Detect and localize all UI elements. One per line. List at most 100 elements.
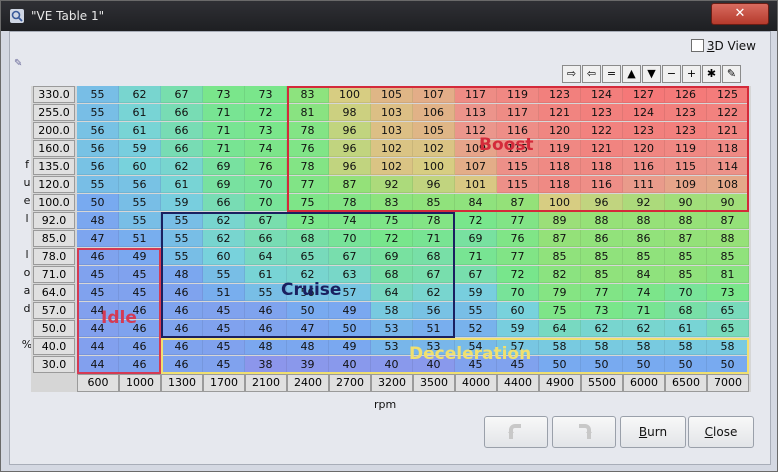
ve-cell[interactable]: 55 — [77, 86, 119, 103]
ve-cell[interactable]: 48 — [77, 212, 119, 229]
close-button[interactable]: Close — [688, 416, 754, 448]
ve-cell[interactable]: 109 — [455, 140, 497, 157]
ve-cell[interactable]: 119 — [665, 140, 707, 157]
ve-cell[interactable]: 45 — [497, 356, 539, 373]
ve-cell[interactable]: 121 — [707, 122, 749, 139]
pen-button[interactable]: ✎ — [722, 65, 741, 83]
ve-cell[interactable]: 56 — [119, 176, 161, 193]
ve-cell[interactable]: 65 — [707, 320, 749, 337]
y-axis-label[interactable]: 40.0 — [33, 338, 75, 355]
ve-cell[interactable]: 82 — [539, 266, 581, 283]
x-axis-label[interactable]: 2700 — [329, 374, 371, 392]
ve-cell[interactable]: 123 — [665, 122, 707, 139]
ve-cell[interactable]: 106 — [413, 104, 455, 121]
ve-cell[interactable]: 46 — [161, 320, 203, 337]
ve-cell[interactable]: 77 — [497, 212, 539, 229]
ve-cell[interactable]: 68 — [413, 248, 455, 265]
ve-cell[interactable]: 55 — [455, 302, 497, 319]
ve-cell[interactable]: 45 — [77, 266, 119, 283]
ve-cell[interactable]: 62 — [413, 284, 455, 301]
ve-cell[interactable]: 107 — [455, 158, 497, 175]
ve-cell[interactable]: 68 — [371, 266, 413, 283]
ve-cell[interactable]: 61 — [119, 104, 161, 121]
ve-cell[interactable]: 59 — [161, 194, 203, 211]
ve-cell[interactable]: 92 — [623, 194, 665, 211]
ve-cell[interactable]: 63 — [329, 266, 371, 283]
ve-cell[interactable]: 73 — [581, 302, 623, 319]
ve-cell[interactable]: 118 — [581, 158, 623, 175]
ve-cell[interactable]: 115 — [665, 158, 707, 175]
x-axis-label[interactable]: 3200 — [371, 374, 413, 392]
ve-cell[interactable]: 87 — [539, 230, 581, 247]
multiply-button[interactable]: ✱ — [702, 65, 721, 83]
ve-cell[interactable]: 55 — [77, 176, 119, 193]
ve-cell[interactable]: 87 — [707, 212, 749, 229]
ve-cell[interactable]: 50 — [329, 320, 371, 337]
ve-cell[interactable]: 85 — [539, 248, 581, 265]
ve-cell[interactable]: 73 — [203, 86, 245, 103]
ve-cell[interactable]: 66 — [161, 104, 203, 121]
ve-cell[interactable]: 123 — [665, 104, 707, 121]
3d-view-checkbox[interactable]: 3D View — [690, 39, 756, 53]
window-close-button[interactable]: ✕ — [711, 3, 769, 25]
ve-cell[interactable]: 67 — [329, 248, 371, 265]
ve-cell[interactable]: 85 — [665, 266, 707, 283]
y-axis-label[interactable]: 255.0 — [33, 104, 75, 121]
ve-cell[interactable]: 55 — [245, 284, 287, 301]
x-axis-label[interactable]: 5500 — [581, 374, 623, 392]
ve-cell[interactable]: 68 — [287, 230, 329, 247]
ve-cell[interactable]: 67 — [161, 86, 203, 103]
ve-cell[interactable]: 75 — [539, 302, 581, 319]
ve-cell[interactable]: 55 — [203, 266, 245, 283]
ve-cell[interactable]: 124 — [581, 86, 623, 103]
ve-cell[interactable]: 96 — [329, 140, 371, 157]
ve-cell[interactable]: 113 — [455, 104, 497, 121]
ve-cell[interactable]: 45 — [119, 266, 161, 283]
ve-cell[interactable]: 47 — [287, 320, 329, 337]
ve-cell[interactable]: 57 — [329, 284, 371, 301]
ve-cell[interactable]: 51 — [413, 320, 455, 337]
ve-cell[interactable]: 83 — [371, 194, 413, 211]
ve-cell[interactable]: 46 — [245, 320, 287, 337]
ve-cell[interactable]: 49 — [329, 302, 371, 319]
ve-cell[interactable]: 88 — [623, 212, 665, 229]
ve-cell[interactable]: 117 — [455, 86, 497, 103]
ve-cell[interactable]: 102 — [413, 140, 455, 157]
ve-cell[interactable]: 62 — [161, 158, 203, 175]
ve-cell[interactable]: 58 — [539, 338, 581, 355]
x-axis-label[interactable]: 6500 — [665, 374, 707, 392]
x-axis-label[interactable]: 4400 — [497, 374, 539, 392]
subtract-button[interactable]: − — [662, 65, 681, 83]
ve-cell[interactable]: 69 — [203, 176, 245, 193]
ve-cell[interactable]: 88 — [707, 230, 749, 247]
ve-cell[interactable]: 55 — [161, 230, 203, 247]
ve-cell[interactable]: 96 — [581, 194, 623, 211]
ve-cell[interactable]: 46 — [161, 302, 203, 319]
ve-cell[interactable]: 50 — [287, 302, 329, 319]
ve-cell[interactable]: 75 — [287, 194, 329, 211]
ve-cell[interactable]: 86 — [581, 230, 623, 247]
ve-cell[interactable]: 71 — [413, 230, 455, 247]
ve-cell[interactable]: 51 — [119, 230, 161, 247]
ve-cell[interactable]: 117 — [497, 104, 539, 121]
ve-cell[interactable]: 121 — [581, 140, 623, 157]
ve-cell[interactable]: 44 — [77, 338, 119, 355]
ve-cell[interactable]: 62 — [623, 320, 665, 337]
ve-cell[interactable]: 38 — [245, 356, 287, 373]
ve-cell[interactable]: 71 — [203, 140, 245, 157]
ve-cell[interactable]: 50 — [623, 356, 665, 373]
ve-cell[interactable]: 78 — [413, 212, 455, 229]
ve-cell[interactable]: 56 — [413, 302, 455, 319]
ve-cell[interactable]: 71 — [623, 302, 665, 319]
x-axis-label[interactable]: 1000 — [119, 374, 161, 392]
ve-cell[interactable]: 115 — [497, 158, 539, 175]
ve-cell[interactable]: 92 — [371, 176, 413, 193]
y-axis-label[interactable]: 160.0 — [33, 140, 75, 157]
ve-cell[interactable]: 87 — [329, 176, 371, 193]
ve-cell[interactable]: 46 — [119, 338, 161, 355]
ve-cell[interactable]: 73 — [245, 122, 287, 139]
ve-cell[interactable]: 123 — [623, 122, 665, 139]
ve-cell[interactable]: 46 — [161, 356, 203, 373]
ve-cell[interactable]: 116 — [581, 176, 623, 193]
ve-cell[interactable]: 123 — [539, 86, 581, 103]
